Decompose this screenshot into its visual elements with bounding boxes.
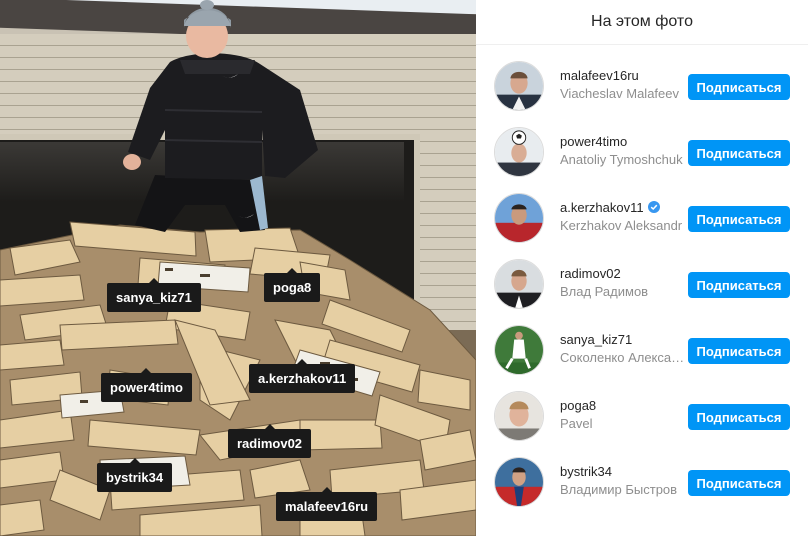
panel-title: На этом фото [476,0,808,45]
photo-tag-poga8[interactable]: poga8 [264,268,321,302]
full-name: Влад Радимов [560,284,649,299]
photo-tag-bystrik34[interactable]: bystrik34 [97,458,173,492]
avatar[interactable] [494,193,544,243]
list-item: radimov02 Влад Радимов Подписаться [476,252,808,318]
list-item: a.kerzhakov11 Kerzhakov Aleksandr Подпис… [476,186,808,252]
avatar[interactable] [494,325,544,375]
username[interactable]: bystrik34 [560,464,612,479]
photo-tag-a.kerzhakov11[interactable]: a.kerzhakov11 [249,359,356,393]
follow-button[interactable]: Подписаться [688,74,790,100]
list-item: poga8 Pavel Подписаться [476,384,808,450]
verified-badge-icon [647,201,660,213]
photo-tag-power4timo[interactable]: power4timo [101,368,192,402]
follow-button[interactable]: Подписаться [688,206,790,232]
username[interactable]: malafeev16ru [560,68,639,83]
tagged-people-list: malafeev16ru Viacheslav Malafeev Подписа… [476,45,808,516]
follow-button[interactable]: Подписаться [688,272,790,298]
follow-button[interactable]: Подписаться [688,470,790,496]
avatar[interactable] [494,391,544,441]
avatar[interactable] [494,457,544,507]
list-item: bystrik34 Владимир Быстров Подписаться [476,450,808,516]
avatar[interactable] [494,127,544,177]
post-photo[interactable]: sanya_kiz71 poga8 power4timo a.kerzhakov… [0,0,476,536]
list-item: power4timo Anatoliy Tymoshchuk Подписать… [476,120,808,186]
photo-tag-malafeev16ru[interactable]: malafeev16ru [276,487,378,521]
full-name: Pavel [560,416,593,431]
full-name: Anatoliy Tymoshchuk [560,152,683,167]
photo-tag-sanya_kiz71[interactable]: sanya_kiz71 [107,278,201,312]
full-name: Соколенко Алекса… [560,350,685,365]
full-name: Kerzhakov Aleksandr [560,218,683,233]
username[interactable]: poga8 [560,398,596,413]
full-name: Viacheslav Malafeev [560,86,679,101]
username[interactable]: sanya_kiz71 [560,332,632,347]
avatar[interactable] [494,61,544,111]
list-item: sanya_kiz71 Соколенко Алекса… Подписатьс… [476,318,808,384]
follow-button[interactable]: Подписаться [688,140,790,166]
tagged-people-panel: На этом фото malafeev16ru Viacheslav Mal… [476,0,808,536]
username[interactable]: power4timo [560,134,627,149]
follow-button[interactable]: Подписаться [688,404,790,430]
list-item: malafeev16ru Viacheslav Malafeev Подписа… [476,54,808,120]
username[interactable]: radimov02 [560,266,621,281]
follow-button[interactable]: Подписаться [688,338,790,364]
username-text[interactable]: a.kerzhakov11 [560,200,644,215]
full-name: Владимир Быстров [560,482,678,497]
avatar[interactable] [494,259,544,309]
username[interactable]: a.kerzhakov11 [560,200,660,215]
photo-tag-radimov02[interactable]: radimov02 [228,424,312,458]
